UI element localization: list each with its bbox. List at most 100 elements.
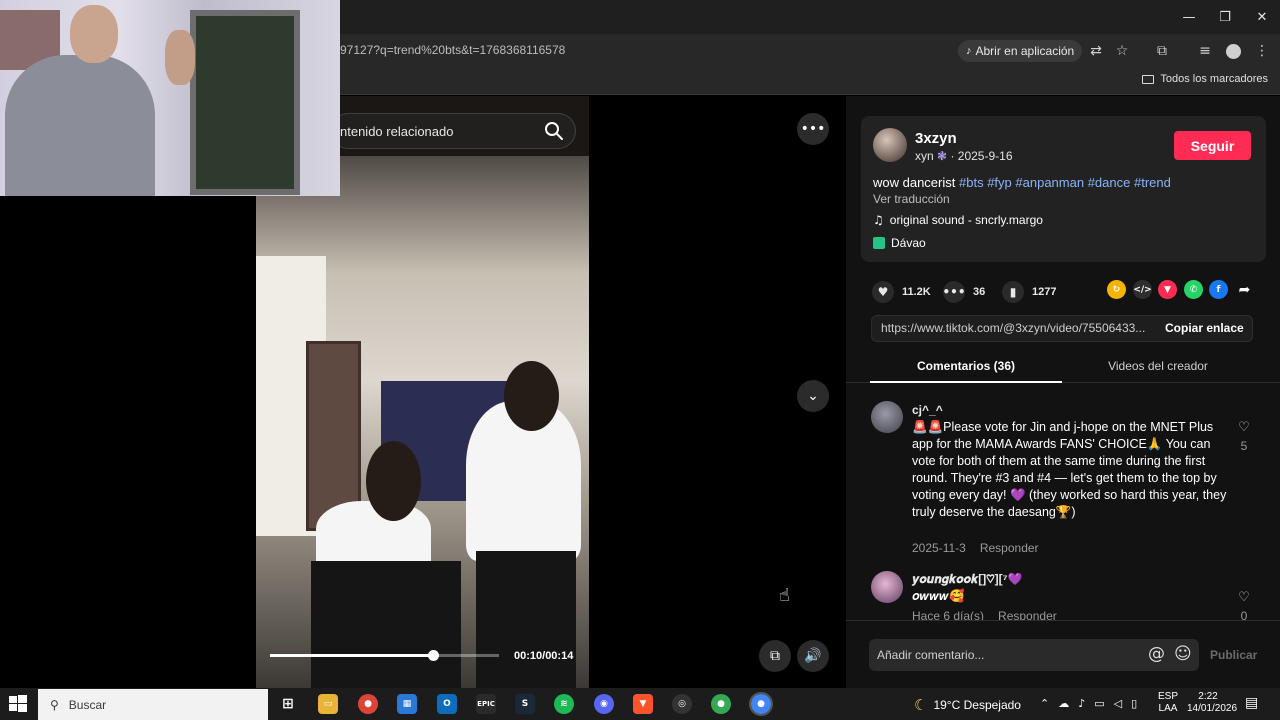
- video-progress-bar[interactable]: [270, 650, 499, 661]
- post-caption: wow dancerist #bts #fyp #anpanman #dance…: [873, 175, 1171, 190]
- cloud-icon[interactable]: ☁: [1058, 697, 1069, 710]
- task-view-icon[interactable]: ⊞: [278, 694, 298, 714]
- facebook-icon[interactable]: f: [1209, 280, 1228, 299]
- hashtag-link[interactable]: #fyp: [987, 175, 1012, 190]
- chrome-profile-icon[interactable]: ●: [711, 694, 731, 714]
- moon-icon: ☾: [914, 696, 928, 714]
- windows-start-icon[interactable]: [8, 694, 28, 714]
- creator-username[interactable]: 3xzyn: [915, 130, 957, 147]
- follow-button[interactable]: Seguir: [1174, 131, 1251, 160]
- comment-heart-icon[interactable]: ♡: [1235, 590, 1253, 605]
- network-icon[interactable]: ▭: [1094, 697, 1104, 710]
- save-button[interactable]: ▮ 1277: [1002, 281, 1056, 303]
- hashtag-link[interactable]: #trend: [1134, 175, 1171, 190]
- send-to-friends-icon[interactable]: ▼: [1158, 280, 1177, 299]
- related-search-placeholder[interactable]: ntenido relacionado: [340, 124, 453, 139]
- microphone-icon[interactable]: ♪: [1078, 697, 1085, 710]
- volume-icon[interactable]: 🔊: [797, 640, 829, 672]
- address-url[interactable]: 97127?q=trend%20bts&t=1768368116578: [340, 43, 565, 57]
- system-tray: ⌃ ☁ ♪ ▭ ◁ ▯: [1040, 697, 1137, 710]
- video-dancer-left-head: [366, 441, 421, 521]
- mention-icon[interactable]: @: [1148, 644, 1165, 664]
- webcam-person-body: [5, 55, 155, 196]
- chrome-icon[interactable]: ●: [358, 694, 378, 714]
- profile-avatar-icon[interactable]: [1222, 40, 1244, 62]
- sound-title: original sound - sncrly.margo: [889, 213, 1043, 227]
- open-in-app-button[interactable]: ♪ Abrir en aplicación: [958, 40, 1083, 62]
- battery-icon[interactable]: ▯: [1131, 697, 1137, 710]
- all-bookmarks-folder[interactable]: Todos los marcadores: [1142, 73, 1268, 85]
- publish-button[interactable]: Publicar: [1210, 648, 1257, 662]
- comment-placeholder[interactable]: Añadir comentario...: [877, 648, 984, 662]
- like-count: 11.2K: [902, 286, 931, 298]
- file-explorer-icon[interactable]: ▭: [318, 694, 338, 714]
- language-indicator[interactable]: ESP LAA: [1158, 691, 1178, 715]
- brave-icon[interactable]: ▼: [633, 694, 653, 714]
- embed-icon[interactable]: </>: [1133, 280, 1152, 299]
- more-options-icon[interactable]: •••: [797, 113, 829, 145]
- tiktok-icon: ♪: [966, 45, 972, 57]
- chrome-active-icon[interactable]: ●: [749, 692, 773, 716]
- spotify-icon[interactable]: ≋: [554, 694, 574, 714]
- hashtag-link[interactable]: #bts: [959, 175, 984, 190]
- steam-icon[interactable]: S: [515, 694, 535, 714]
- maximize-button[interactable]: ❐: [1206, 0, 1244, 34]
- see-translation-link[interactable]: Ver traducción: [873, 192, 950, 206]
- comment-like-count: 5: [1240, 439, 1248, 453]
- extensions-icon[interactable]: ⧉: [1151, 40, 1173, 62]
- comment-avatar[interactable]: [871, 571, 903, 603]
- creator-avatar[interactable]: [873, 128, 907, 162]
- emoji-icon[interactable]: ☺: [1174, 644, 1192, 664]
- all-bookmarks-label: Todos los marcadores: [1160, 73, 1268, 85]
- location-link[interactable]: Dávao: [873, 236, 926, 250]
- copy-link-button[interactable]: Copiar enlace: [1165, 321, 1244, 335]
- bookmark-star-icon[interactable]: ☆: [1111, 40, 1133, 62]
- notification-icon[interactable]: ▤: [1245, 695, 1258, 711]
- tab-creator-videos[interactable]: Videos del creador: [1062, 359, 1254, 373]
- hashtag-link[interactable]: #dance: [1088, 175, 1131, 190]
- taskbar-clock[interactable]: 2:22 14/01/2026: [1187, 691, 1238, 715]
- like-button[interactable]: ♥ 11.2K: [872, 281, 931, 303]
- tab-comments[interactable]: Comentarios (36): [870, 359, 1062, 373]
- epic-games-icon[interactable]: EPIC: [476, 694, 496, 714]
- comment-author[interactable]: 𝒚𝒐𝒖𝒏𝒈𝒌𝒐𝒐𝒌[]♡][⁷💜: [912, 572, 1022, 587]
- reply-link[interactable]: Responder: [998, 609, 1057, 620]
- weather-widget[interactable]: ☾ 19°C Despejado: [914, 696, 1021, 714]
- comment-author[interactable]: cj^_^: [912, 403, 943, 417]
- miniplayer-icon[interactable]: ⧉: [759, 640, 791, 672]
- video-link-url[interactable]: https://www.tiktok.com/@3xzyn/video/7550…: [881, 321, 1145, 335]
- chevron-down-icon[interactable]: ⌄: [797, 380, 829, 412]
- store-icon[interactable]: ▦: [397, 694, 417, 714]
- comment-date: 2025-11-3: [912, 541, 966, 555]
- comment-avatar[interactable]: [871, 401, 903, 433]
- discord-icon[interactable]: ◉: [594, 694, 614, 714]
- clock-date: 14/01/2026: [1187, 703, 1238, 714]
- search-icon[interactable]: [543, 120, 565, 142]
- active-tab-indicator: [870, 381, 1062, 383]
- share-arrow-icon[interactable]: ➦: [1235, 280, 1254, 299]
- bookmark-icon: ▮: [1002, 281, 1024, 303]
- video-progress-knob[interactable]: [427, 650, 439, 661]
- obs-icon[interactable]: ◎: [672, 694, 692, 714]
- comment-bar-divider: [846, 620, 1280, 621]
- taskbar-search[interactable]: ⚲ Buscar: [38, 689, 268, 720]
- hashtag-link[interactable]: #anpanman: [1015, 175, 1084, 190]
- minimize-button[interactable]: —: [1170, 0, 1208, 34]
- comment-heart-icon[interactable]: ♡: [1235, 420, 1253, 435]
- repost-icon[interactable]: ↻: [1107, 280, 1126, 299]
- browser-menu-icon[interactable]: ⋮: [1251, 40, 1273, 62]
- taskbar-search-label: Buscar: [68, 697, 107, 712]
- sound-link[interactable]: ♫ original sound - sncrly.margo: [873, 213, 1043, 227]
- comment-button[interactable]: ••• 36: [943, 281, 985, 303]
- comment-text: 🚨🚨Please vote for Jin and j-hope on the …: [912, 420, 1227, 519]
- music-note-icon: ♫: [873, 213, 884, 227]
- close-button[interactable]: ✕: [1243, 0, 1280, 34]
- chevron-up-icon[interactable]: ⌃: [1040, 697, 1049, 710]
- outlook-icon[interactable]: O: [437, 694, 457, 714]
- translate-icon[interactable]: ⇄: [1085, 40, 1107, 62]
- whatsapp-icon[interactable]: ✆: [1184, 280, 1203, 299]
- media-control-icon[interactable]: ≡: [1194, 40, 1216, 62]
- reply-link[interactable]: Responder: [980, 541, 1039, 555]
- volume-tray-icon[interactable]: ◁: [1114, 697, 1122, 710]
- creator-display-name[interactable]: xyn: [915, 149, 934, 163]
